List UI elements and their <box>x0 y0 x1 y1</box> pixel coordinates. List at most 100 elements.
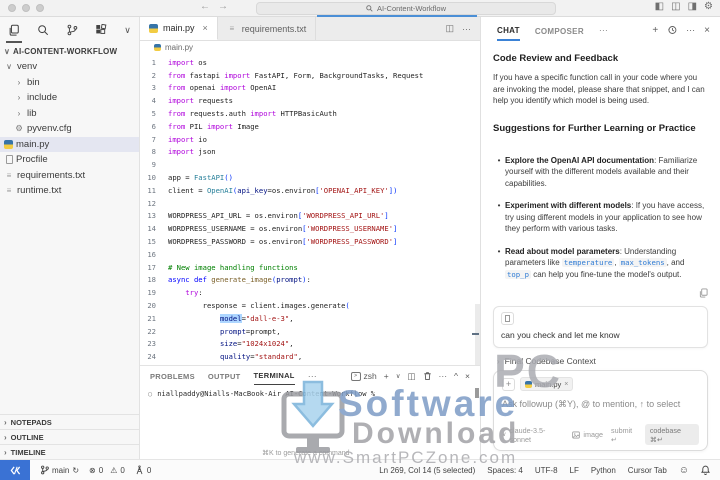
tab-requirements-txt[interactable]: ≡ requirements.txt <box>217 17 317 40</box>
submit-button[interactable]: submit ↵ <box>611 426 639 444</box>
codebase-context-toggle[interactable]: › Final Codebase Context <box>497 356 708 366</box>
source-control-icon[interactable] <box>64 19 80 41</box>
command-center-search[interactable]: AI-Content-Workflow <box>256 2 556 15</box>
file-tree-item-main-py[interactable]: main.py <box>0 136 139 152</box>
history-forward-icon[interactable]: → <box>218 1 228 12</box>
sidebar-section-timeline[interactable]: › TIMELINE <box>0 444 139 459</box>
encoding-status[interactable]: UTF-8 <box>535 466 558 475</box>
ports-status[interactable]: 0 <box>135 465 151 475</box>
cursor-tab-status[interactable]: Cursor Tab <box>628 466 667 475</box>
remove-chip-icon[interactable]: × <box>564 381 568 388</box>
split-editor-icon[interactable]: ◫ <box>445 23 454 34</box>
code-line[interactable]: 22 prompt=prompt, <box>140 325 480 338</box>
kill-terminal-icon[interactable] <box>423 371 432 381</box>
code-line[interactable]: 8 import json <box>140 146 480 159</box>
code-line[interactable]: 2 from fastapi import FastAPI, Form, Back… <box>140 69 480 82</box>
file-tree-item-bin[interactable]: › bin <box>0 75 139 91</box>
toggle-panel-icon[interactable]: ◫ <box>671 1 680 12</box>
code-editor[interactable]: 1 import os 2 from fastapi import FastAPI, … <box>140 54 480 365</box>
search-icon[interactable] <box>35 19 51 41</box>
file-tree-item-venv[interactable]: ∨ venv <box>0 59 139 75</box>
maximize-panel-icon[interactable]: ^ <box>454 371 458 381</box>
notifications-bell-icon[interactable] <box>701 465 710 475</box>
feedback-smiley-icon[interactable]: ☺ <box>679 465 689 476</box>
sidebar-section-notepads[interactable]: › NOTEPADS <box>0 414 139 429</box>
editor-more-actions-icon[interactable]: ··· <box>462 24 471 34</box>
project-root-folder[interactable]: ∨ AI-CONTENT-WORKFLOW <box>0 43 139 59</box>
cursor-position-status[interactable]: Ln 269, Col 14 (5 selected) <box>379 466 475 475</box>
code-line[interactable]: 23 size="1024x1024", <box>140 338 480 351</box>
terminal-scrollbar[interactable] <box>475 388 479 398</box>
file-tree-item-procfile[interactable]: Procfile <box>0 152 139 168</box>
file-tree-item-runtime-txt[interactable]: ≡ runtime.txt <box>0 183 139 199</box>
code-line[interactable]: 7 import io <box>140 133 480 146</box>
code-line[interactable]: 14 WORDPRESS_USERNAME = os.environ['WORDP… <box>140 222 480 235</box>
remote-indicator[interactable] <box>0 459 30 480</box>
chat-history-icon[interactable] <box>667 25 677 35</box>
file-tree-item-requirements-txt[interactable]: ≡ requirements.txt <box>0 168 139 184</box>
close-tab-icon[interactable]: × <box>203 23 208 33</box>
code-line[interactable]: 10 app = FastAPI() <box>140 171 480 184</box>
code-line[interactable]: 1 import os <box>140 56 480 69</box>
code-line[interactable]: 5 from requests.auth import HTTPBasicAuth <box>140 107 480 120</box>
git-branch-status[interactable]: main ↻ <box>40 465 79 475</box>
terminal-dropdown-icon[interactable]: ∨ <box>396 372 401 380</box>
indentation-status[interactable]: Spaces: 4 <box>487 466 523 475</box>
tab-problems[interactable]: PROBLEMS <box>150 368 195 385</box>
sidebar-section-outline[interactable]: › OUTLINE <box>0 429 139 444</box>
panel-more-tabs-icon[interactable]: ··· <box>308 371 317 381</box>
code-line[interactable]: 15 WORDPRESS_PASSWORD = os.environ['WORDP… <box>140 235 480 248</box>
terminal-more-actions-icon[interactable]: ··· <box>439 371 448 381</box>
add-context-button[interactable]: + <box>502 377 515 391</box>
chat-more-actions-icon[interactable]: ··· <box>686 25 695 35</box>
code-line[interactable]: 18 async def generate_image(prompt): <box>140 274 480 287</box>
tab-composer[interactable]: COMPOSER <box>535 21 584 40</box>
eol-status[interactable]: LF <box>570 466 579 475</box>
model-selector[interactable]: ∨ claude-3.5-sonnet <box>502 426 564 444</box>
extensions-icon[interactable] <box>93 19 109 41</box>
copy-message-icon[interactable] <box>699 288 708 298</box>
code-line[interactable]: 12 <box>140 197 480 210</box>
window-zoom-button[interactable] <box>36 4 44 12</box>
new-terminal-icon[interactable]: + <box>384 371 389 381</box>
history-back-icon[interactable]: ← <box>200 1 210 12</box>
settings-gear-icon[interactable]: ⚙ <box>704 1 713 12</box>
code-line[interactable]: 16 <box>140 248 480 261</box>
attached-file-icon[interactable] <box>501 312 514 325</box>
close-chat-icon[interactable]: × <box>704 25 710 36</box>
code-line[interactable]: 13 WORDPRESS_API_URL = os.environ['WORDPR… <box>140 210 480 223</box>
context-chip-main-py[interactable]: main.py × <box>520 377 574 391</box>
file-tree-item-include[interactable]: › include <box>0 90 139 106</box>
shell-selector[interactable]: > zsh <box>350 371 377 381</box>
problems-status[interactable]: ⊗ 0 ⚠ 0 <box>89 466 125 475</box>
tab-chat[interactable]: CHAT <box>497 20 520 41</box>
split-terminal-icon[interactable]: ◫ <box>408 371 416 382</box>
tab-main-py[interactable]: main.py × <box>140 17 218 40</box>
explorer-icon[interactable] <box>6 19 22 41</box>
codebase-button[interactable]: codebase ⌘↵ <box>644 424 699 445</box>
language-mode-status[interactable]: Python <box>591 466 616 475</box>
code-line[interactable]: 21 model="dall-e-3", <box>140 312 480 325</box>
terminal-prompt-line[interactable]: ○ niallpaddy@Nialls-MacBook-Air AI-Conte… <box>140 389 480 398</box>
code-line[interactable]: 3 from openai import OpenAI <box>140 82 480 95</box>
code-line[interactable]: 4 import requests <box>140 94 480 107</box>
breadcrumb[interactable]: main.py <box>140 41 480 54</box>
chat-input-box[interactable]: + main.py × ∨ claude-3.5-sonnet <box>493 370 708 451</box>
code-line[interactable]: 19 try: <box>140 286 480 299</box>
window-close-button[interactable] <box>8 4 16 12</box>
tab-output[interactable]: OUTPUT <box>208 368 241 385</box>
code-line[interactable]: 6 from PIL import Image <box>140 120 480 133</box>
chat-more-tabs-icon[interactable]: ··· <box>599 25 608 35</box>
code-line[interactable]: 20 response = client.images.generate( <box>140 299 480 312</box>
sync-changes-icon[interactable]: ↻ <box>72 466 79 475</box>
window-minimize-button[interactable] <box>22 4 30 12</box>
more-views-chevron-icon[interactable]: ∨ <box>122 19 133 41</box>
tab-terminal[interactable]: TERMINAL <box>253 367 295 385</box>
attach-image-button[interactable]: image <box>572 430 603 439</box>
toggle-sidebar-icon[interactable]: ◧ <box>655 1 664 12</box>
file-tree-item-pyvenv-cfg[interactable]: ⚙ pyvenv.cfg <box>0 121 139 137</box>
new-chat-icon[interactable]: + <box>652 25 658 36</box>
code-line[interactable]: 11 client = OpenAI(api_key=os.environ['OP… <box>140 184 480 197</box>
file-tree-item-lib[interactable]: › lib <box>0 106 139 122</box>
close-panel-icon[interactable]: × <box>465 371 470 381</box>
